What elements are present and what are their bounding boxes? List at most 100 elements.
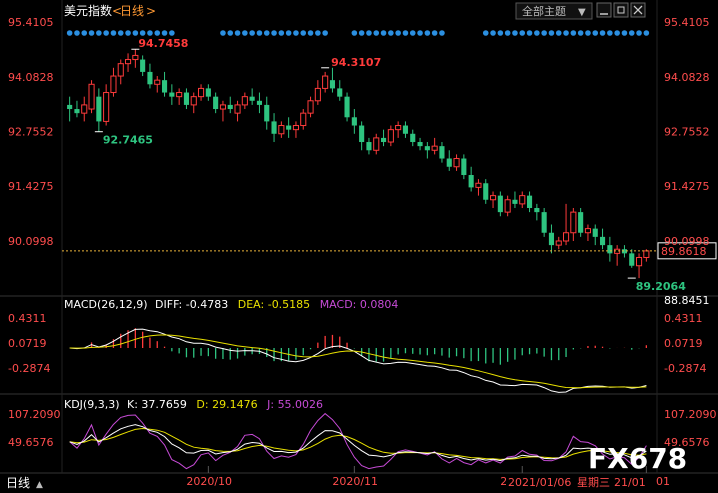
event-dot[interactable] <box>380 30 387 36</box>
candle-body[interactable] <box>453 158 460 168</box>
candle-body[interactable] <box>526 195 533 209</box>
candle-body[interactable] <box>307 100 314 114</box>
event-dot[interactable] <box>256 30 263 36</box>
close-button[interactable] <box>630 2 646 18</box>
candle-body[interactable] <box>410 133 416 143</box>
candle-body[interactable] <box>359 125 365 143</box>
event-dot[interactable] <box>621 30 628 36</box>
candle-body[interactable] <box>74 109 80 114</box>
candle-body[interactable] <box>161 80 168 93</box>
candle-body[interactable] <box>629 253 635 266</box>
event-dot[interactable] <box>636 30 642 36</box>
event-dot[interactable] <box>628 30 635 36</box>
kdj-panel[interactable] <box>69 412 647 470</box>
candle-body[interactable] <box>227 104 233 110</box>
candle-body[interactable] <box>241 96 248 106</box>
event-dot[interactable] <box>154 30 161 36</box>
candle-body[interactable] <box>483 183 489 200</box>
event-dot[interactable] <box>249 30 255 36</box>
candle-body[interactable] <box>271 121 277 134</box>
kdj-d-line[interactable] <box>69 427 647 460</box>
candle-body[interactable] <box>635 256 643 267</box>
candle-body[interactable] <box>67 104 73 110</box>
event-dot[interactable] <box>242 30 248 36</box>
event-dot[interactable] <box>497 30 504 36</box>
event-dot[interactable] <box>161 30 168 36</box>
candle-body[interactable] <box>344 96 350 118</box>
event-dot[interactable] <box>117 30 124 36</box>
candle-body[interactable] <box>570 211 577 234</box>
event-dot[interactable] <box>643 30 650 36</box>
event-dot[interactable] <box>263 30 270 36</box>
event-dot[interactable] <box>526 30 533 36</box>
event-dot[interactable] <box>278 30 285 36</box>
candle-body[interactable] <box>183 92 190 105</box>
event-dot[interactable] <box>541 30 547 36</box>
event-dot[interactable] <box>534 30 540 36</box>
candle-body[interactable] <box>81 104 88 114</box>
candle-body[interactable] <box>497 195 503 213</box>
event-dot[interactable] <box>555 30 562 36</box>
candle-body[interactable] <box>607 245 613 254</box>
candle-body[interactable] <box>439 146 445 159</box>
event-dot[interactable] <box>96 30 102 36</box>
event-dot[interactable] <box>81 30 88 36</box>
event-dot[interactable] <box>103 30 109 36</box>
candle-body[interactable] <box>205 88 211 97</box>
event-dot[interactable] <box>110 30 117 36</box>
candle-body[interactable] <box>96 96 102 122</box>
event-dot[interactable] <box>293 30 299 36</box>
candle-body[interactable] <box>88 83 95 110</box>
event-dot[interactable] <box>307 30 314 36</box>
candle-body[interactable] <box>264 104 270 122</box>
candle-body[interactable] <box>234 104 241 114</box>
event-dot[interactable] <box>147 30 153 36</box>
macd-panel[interactable] <box>69 328 647 393</box>
candle-body[interactable] <box>461 158 467 176</box>
event-dot[interactable] <box>607 30 613 36</box>
candle-body[interactable] <box>489 195 497 201</box>
event-dot[interactable] <box>271 30 277 36</box>
event-dot[interactable] <box>490 30 496 36</box>
event-dot[interactable] <box>439 30 445 36</box>
event-dot[interactable] <box>388 30 394 36</box>
restore-button[interactable] <box>613 2 629 18</box>
candle-body[interactable] <box>132 54 139 61</box>
event-dot[interactable] <box>519 30 526 36</box>
event-dot[interactable] <box>417 30 423 36</box>
event-dot[interactable] <box>563 30 569 36</box>
footer-period-label[interactable]: 日线 <box>6 476 30 490</box>
event-dot[interactable] <box>125 30 131 36</box>
event-dot[interactable] <box>373 30 380 36</box>
event-dot[interactable] <box>234 30 241 36</box>
candle-body[interactable] <box>147 71 153 85</box>
event-dot[interactable] <box>585 30 591 36</box>
candle-body[interactable] <box>197 87 205 98</box>
arrow-up-icon[interactable]: ▲ <box>36 480 43 490</box>
candle-body[interactable] <box>584 228 592 234</box>
candle-body[interactable] <box>329 80 336 89</box>
event-dot[interactable] <box>599 30 606 36</box>
candle-body[interactable] <box>300 112 307 127</box>
candle-body[interactable] <box>117 63 124 77</box>
candle-body[interactable] <box>402 125 409 134</box>
event-dot[interactable] <box>366 30 372 36</box>
event-dot[interactable] <box>132 30 139 36</box>
event-dot[interactable] <box>285 30 292 36</box>
event-dot[interactable] <box>592 30 599 36</box>
candle-body[interactable] <box>387 129 394 143</box>
candle-body[interactable] <box>541 212 547 233</box>
event-dot[interactable] <box>512 30 518 36</box>
candle-body[interactable] <box>446 158 452 167</box>
event-dot[interactable] <box>395 30 401 36</box>
event-dot[interactable] <box>322 30 328 36</box>
event-dot[interactable] <box>482 30 489 36</box>
candle-body[interactable] <box>373 137 380 151</box>
candle-body[interactable] <box>555 240 562 246</box>
event-dot[interactable] <box>409 30 416 36</box>
candle-body[interactable] <box>351 117 357 126</box>
candle-body[interactable] <box>322 75 329 89</box>
event-dot[interactable] <box>74 30 80 36</box>
event-dot[interactable] <box>504 30 511 36</box>
event-dot[interactable] <box>614 30 620 36</box>
